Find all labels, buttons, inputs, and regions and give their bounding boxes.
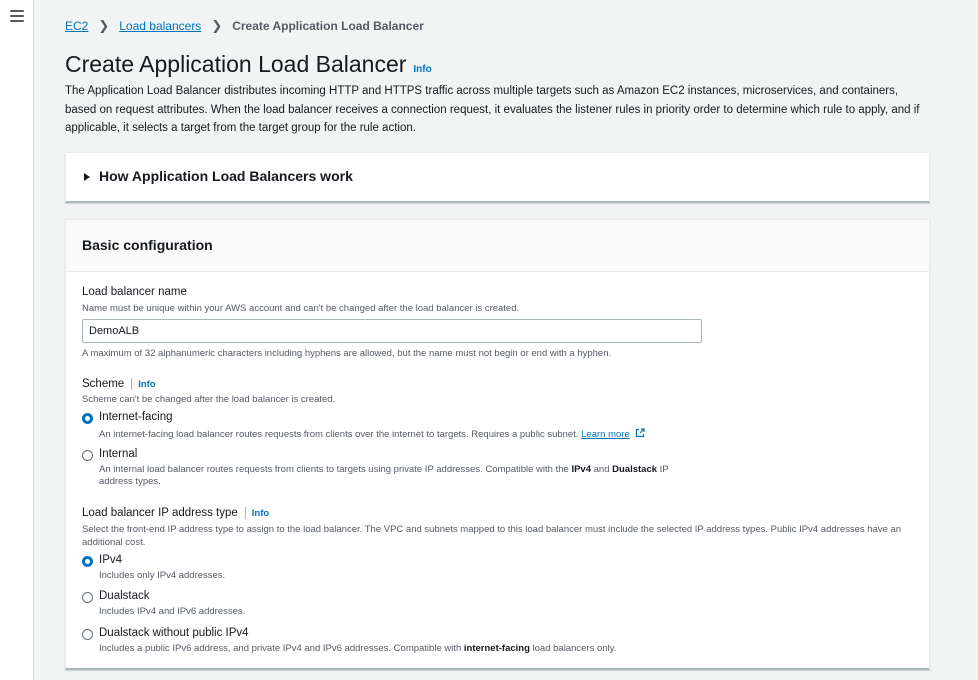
scheme-internal-label[interactable]: Internal bbox=[99, 448, 137, 460]
ip-type-ipv4-description: Includes only IPv4 addresses. bbox=[99, 570, 226, 581]
scheme-info-link[interactable]: Info bbox=[138, 379, 155, 390]
ip-type-dualstack-no-public-ipv4-radio[interactable] bbox=[82, 629, 93, 640]
ip-type-label-text: Load balancer IP address type bbox=[82, 507, 238, 519]
scheme-internet-facing-label[interactable]: Internet-facing bbox=[99, 411, 173, 423]
ip-type-description: Select the front-end IP address type to … bbox=[82, 524, 902, 548]
scheme-internal-radio[interactable] bbox=[82, 450, 93, 461]
breadcrumb-load-balancers[interactable]: Load balancers bbox=[119, 19, 201, 33]
external-link-icon[interactable] bbox=[635, 428, 645, 438]
panel-title: Basic configuration bbox=[82, 237, 213, 253]
how-it-works-title: How Application Load Balancers work bbox=[99, 168, 353, 184]
page-header: Create Application Load Balancer Info bbox=[65, 51, 432, 78]
ip-type-dualstack-no-public-ipv4-label[interactable]: Dualstack without public IPv4 bbox=[99, 627, 249, 639]
ip-type-ipv4-label[interactable]: IPv4 bbox=[99, 554, 122, 566]
chevron-right-icon: ❯ bbox=[211, 18, 223, 33]
page-description: The Application Load Balancer distribute… bbox=[65, 85, 920, 134]
hamburger-menu-icon[interactable] bbox=[10, 10, 24, 22]
ip-type-dualstack-description: Includes IPv4 and IPv6 addresses. bbox=[99, 606, 246, 617]
chevron-right-icon: ❯ bbox=[98, 18, 110, 33]
scheme-label-text: Scheme bbox=[82, 378, 125, 390]
basic-configuration-panel: Basic configuration Load balancer name N… bbox=[65, 219, 930, 670]
breadcrumb-current: Create Application Load Balancer bbox=[232, 19, 424, 33]
ip-type-dualstack-label[interactable]: Dualstack bbox=[99, 590, 150, 602]
scheme-internal-description: An internal load balancer routes request… bbox=[99, 464, 669, 487]
breadcrumb: EC2 ❯ Load balancers ❯ Create Applicatio… bbox=[65, 18, 424, 34]
load-balancer-name-input[interactable] bbox=[82, 319, 702, 343]
ip-type-dualstack-no-public-ipv4-description: Includes a public IPv6 address, and priv… bbox=[99, 643, 617, 654]
scheme-internet-facing-description: An internet-facing load balancer routes … bbox=[99, 428, 645, 441]
ip-type-info-link[interactable]: Info bbox=[252, 508, 269, 519]
name-label: Load balancer name bbox=[82, 286, 187, 298]
learn-more-link[interactable]: Learn more bbox=[581, 429, 630, 440]
caret-right-icon bbox=[84, 173, 90, 181]
page-info-link[interactable]: Info bbox=[413, 64, 431, 75]
name-constraint: A maximum of 32 alphanumeric characters … bbox=[82, 348, 612, 359]
scheme-description: Scheme can't be changed after the load b… bbox=[82, 394, 336, 405]
ip-type-ipv4-radio[interactable] bbox=[82, 556, 93, 567]
how-it-works-expander[interactable]: How Application Load Balancers work bbox=[65, 152, 930, 203]
ip-type-label: Load balancer IP address type Info bbox=[82, 507, 269, 519]
name-description: Name must be unique within your AWS acco… bbox=[82, 303, 520, 314]
panel-header: Basic configuration bbox=[66, 220, 929, 272]
breadcrumb-ec2[interactable]: EC2 bbox=[65, 19, 88, 33]
left-navigation-rail bbox=[0, 0, 34, 680]
scheme-internet-facing-radio[interactable] bbox=[82, 413, 93, 424]
page-title: Create Application Load Balancer bbox=[65, 51, 407, 77]
ip-type-dualstack-radio[interactable] bbox=[82, 592, 93, 603]
name-label-text: Load balancer name bbox=[82, 286, 187, 298]
scheme-label: Scheme Info bbox=[82, 378, 156, 390]
